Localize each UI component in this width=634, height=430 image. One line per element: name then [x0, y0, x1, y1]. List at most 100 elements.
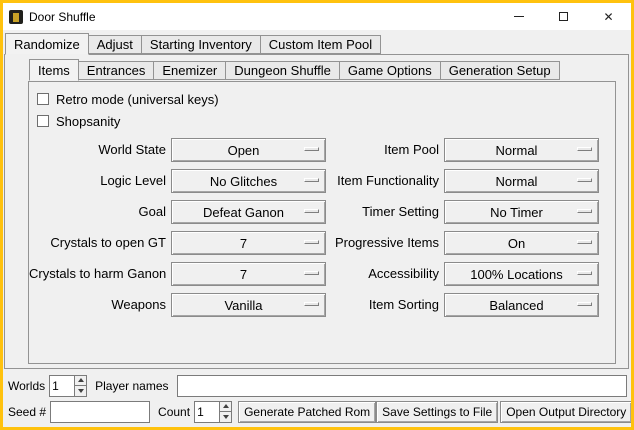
world-state-label: World State [29, 138, 166, 162]
retro-mode-checkbox-row[interactable]: Retro mode (universal keys) [37, 88, 615, 110]
weapons-label: Weapons [29, 293, 166, 317]
tab-adjust[interactable]: Adjust [88, 35, 142, 54]
player-names-input[interactable] [177, 375, 628, 397]
count-spin-buttons [219, 402, 231, 422]
worlds-increment-button[interactable] [75, 376, 86, 386]
dropdown-indicator-icon [304, 240, 319, 244]
shopsanity-checkbox[interactable] [37, 115, 49, 127]
dropdown-indicator-icon [577, 178, 592, 182]
dropdown-indicator-icon [304, 271, 319, 275]
main-tab-bar: Randomize Adjust Starting Inventory Cust… [5, 33, 380, 54]
window-title: Door Shuffle [29, 10, 96, 24]
item-pool-dropdown[interactable]: Normal [444, 138, 599, 162]
crystals-open-gt-dropdown[interactable]: 7 [171, 231, 326, 255]
titlebar[interactable]: Door Shuffle ✕ [3, 3, 631, 30]
count-decrement-button[interactable] [220, 411, 231, 422]
accessibility-label: Accessibility [331, 262, 439, 286]
tab-generation-setup[interactable]: Generation Setup [440, 61, 560, 80]
crystals-harm-ganon-dropdown[interactable]: 7 [171, 262, 326, 286]
accessibility-dropdown[interactable]: 100% Locations [444, 262, 599, 286]
close-button[interactable]: ✕ [586, 3, 631, 30]
timer-setting-dropdown[interactable]: No Timer [444, 200, 599, 224]
dropdown-indicator-icon [577, 240, 592, 244]
crystals-open-gt-value: 7 [240, 236, 257, 251]
retro-mode-checkbox[interactable] [37, 93, 49, 105]
progressive-items-dropdown[interactable]: On [444, 231, 599, 255]
maximize-icon [559, 12, 568, 21]
seed-row: Seed # Count Generate Patched Rom Save S… [8, 400, 628, 423]
tab-items[interactable]: Items [29, 59, 79, 81]
count-label: Count [158, 405, 190, 419]
item-functionality-value: Normal [496, 174, 548, 189]
count-increment-button[interactable] [220, 402, 231, 412]
tab-custom-item-pool[interactable]: Custom Item Pool [260, 35, 381, 54]
dropdown-indicator-icon [577, 271, 592, 275]
goal-dropdown[interactable]: Defeat Ganon [171, 200, 326, 224]
spin-down-icon [78, 389, 84, 393]
goal-value: Defeat Ganon [203, 205, 294, 220]
goal-label: Goal [29, 200, 166, 224]
tab-game-options[interactable]: Game Options [339, 61, 441, 80]
tab-randomize[interactable]: Randomize [5, 33, 89, 55]
app-window: Door Shuffle ✕ Randomize Adjust Starting… [0, 0, 634, 430]
item-sorting-dropdown[interactable]: Balanced [444, 293, 599, 317]
item-sorting-value: Balanced [489, 298, 553, 313]
app-icon [9, 10, 23, 24]
shopsanity-label: Shopsanity [56, 114, 120, 129]
progressive-items-label: Progressive Items [331, 231, 439, 255]
retro-mode-label: Retro mode (universal keys) [56, 92, 219, 107]
maximize-button[interactable] [541, 3, 586, 30]
sub-tab-bar: Items Entrances Enemizer Dungeon Shuffle… [29, 59, 559, 80]
logic-level-value: No Glitches [210, 174, 287, 189]
worlds-input[interactable] [50, 376, 74, 396]
player-names-label: Player names [95, 379, 168, 393]
spin-down-icon [223, 415, 229, 419]
timer-setting-value: No Timer [490, 205, 553, 220]
tab-starting-inventory[interactable]: Starting Inventory [141, 35, 261, 54]
shopsanity-checkbox-row[interactable]: Shopsanity [37, 110, 615, 132]
seed-label: Seed # [8, 405, 46, 419]
crystals-open-gt-label: Crystals to open GT [29, 231, 166, 255]
timer-setting-label: Timer Setting [331, 200, 439, 224]
items-tab-panel: Retro mode (universal keys) Shopsanity W… [28, 81, 616, 364]
crystals-harm-ganon-label: Crystals to harm Ganon [29, 262, 166, 286]
item-functionality-label: Item Functionality [331, 169, 439, 193]
worlds-decrement-button[interactable] [75, 385, 86, 396]
accessibility-value: 100% Locations [470, 267, 573, 282]
open-output-directory-button[interactable]: Open Output Directory [500, 401, 632, 423]
dropdown-indicator-icon [304, 147, 319, 151]
close-icon: ✕ [603, 11, 613, 23]
dropdown-indicator-icon [304, 178, 319, 182]
worlds-spinner[interactable] [49, 375, 87, 397]
item-functionality-dropdown[interactable]: Normal [444, 169, 599, 193]
tab-entrances[interactable]: Entrances [78, 61, 155, 80]
tab-dungeon-shuffle[interactable]: Dungeon Shuffle [225, 61, 340, 80]
generate-patched-rom-button[interactable]: Generate Patched Rom [238, 401, 376, 423]
count-spinner[interactable] [194, 401, 232, 423]
logic-level-label: Logic Level [29, 169, 166, 193]
dropdown-indicator-icon [577, 302, 592, 306]
progressive-items-value: On [508, 236, 535, 251]
world-state-dropdown[interactable]: Open [171, 138, 326, 162]
dropdown-indicator-icon [304, 209, 319, 213]
weapons-value: Vanilla [224, 298, 272, 313]
worlds-label: Worlds [8, 379, 45, 393]
minimize-button[interactable] [496, 3, 541, 30]
tab-enemizer[interactable]: Enemizer [153, 61, 226, 80]
dropdown-indicator-icon [577, 209, 592, 213]
worlds-spin-buttons [74, 376, 86, 396]
save-settings-button[interactable]: Save Settings to File [376, 401, 498, 423]
minimize-icon [514, 16, 524, 17]
dropdown-indicator-icon [577, 147, 592, 151]
options-grid: World State Open Item Pool Normal Logic … [29, 138, 615, 317]
item-pool-value: Normal [496, 143, 548, 158]
logic-level-dropdown[interactable]: No Glitches [171, 169, 326, 193]
window-controls: ✕ [496, 3, 631, 30]
item-pool-label: Item Pool [331, 138, 439, 162]
count-input[interactable] [195, 402, 219, 422]
spin-up-icon [78, 378, 84, 382]
weapons-dropdown[interactable]: Vanilla [171, 293, 326, 317]
crystals-harm-ganon-value: 7 [240, 267, 257, 282]
seed-input[interactable] [50, 401, 150, 423]
worlds-row: Worlds Player names [8, 374, 628, 397]
